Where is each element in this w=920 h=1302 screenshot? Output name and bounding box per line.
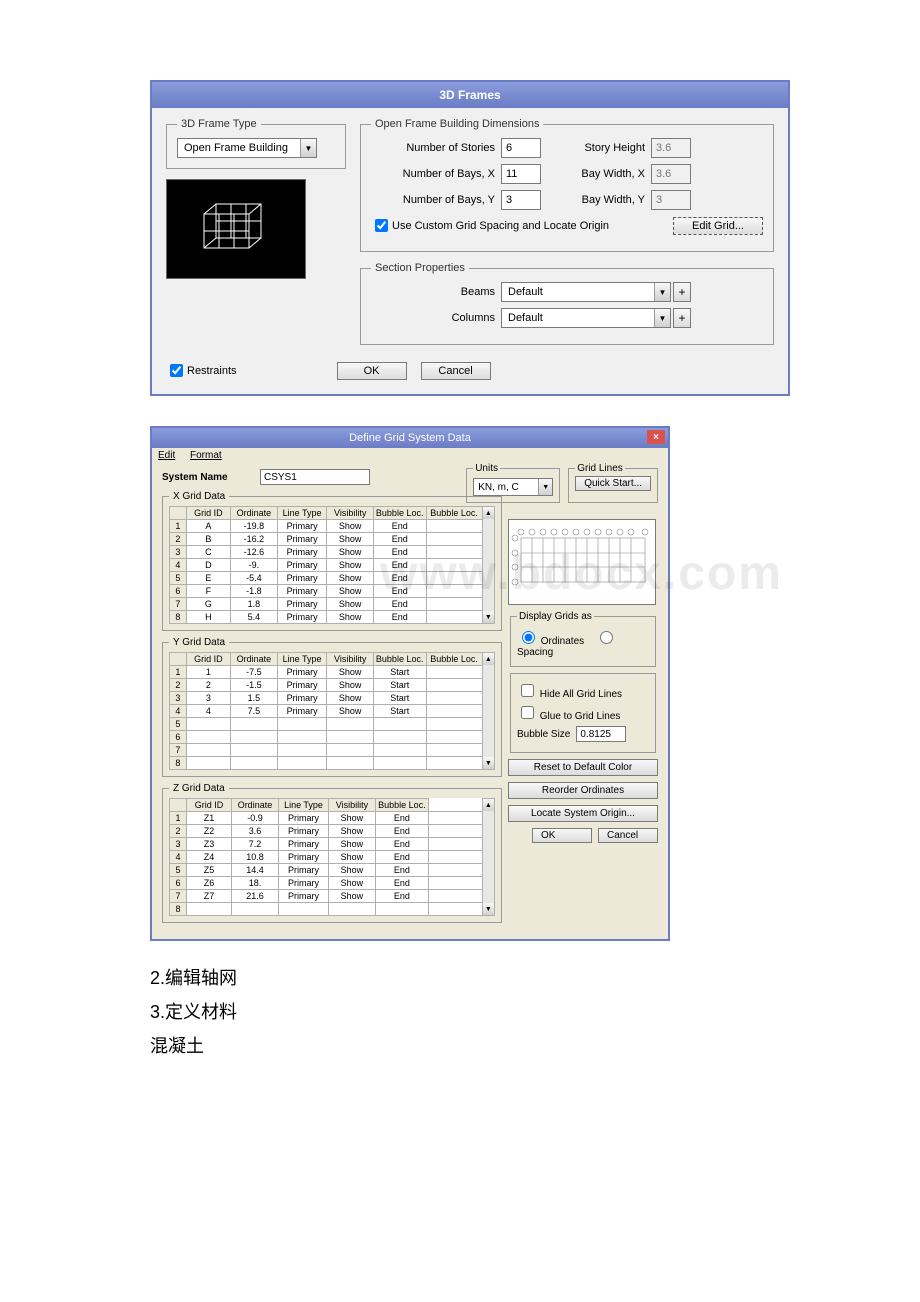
beams-value: Default (502, 286, 654, 298)
group-y-grid: Y Grid Data Grid IDOrdinateLine TypeVisi… (162, 637, 502, 777)
dialog-3d-frames: 3D Frames 3D Frame Type Open Frame Build… (150, 80, 790, 396)
columns-dropdown[interactable]: Default ▼ (501, 308, 671, 328)
input-bays-x[interactable] (501, 164, 541, 184)
columns-value: Default (502, 312, 654, 324)
reset-color-button[interactable]: Reset to Default Color (508, 759, 658, 776)
z-scrollbar[interactable]: ▲▼ (482, 798, 495, 916)
add-beam-button[interactable]: + (673, 282, 691, 302)
group-units: Units KN, m, C ▼ (466, 463, 560, 503)
radio-ordinates[interactable] (522, 631, 535, 644)
x-grid-table[interactable]: Grid IDOrdinateLine TypeVisibilityBubble… (169, 506, 483, 624)
menubar: Edit Format (152, 448, 668, 463)
group-gridlines: Grid Lines Quick Start... (568, 463, 658, 503)
label-bay-width-x: Bay Width, X (571, 168, 651, 180)
z-grid-table[interactable]: Grid IDOrdinateLine TypeVisibilityBubble… (169, 798, 483, 916)
y-scrollbar[interactable]: ▲▼ (482, 652, 495, 770)
group-section-properties: Section Properties Beams Default ▼ + Col… (360, 262, 774, 345)
input-story-height[interactable] (651, 138, 691, 158)
legend-3d-frame-type: 3D Frame Type (177, 118, 261, 130)
grid-ok-button[interactable]: OK (532, 828, 592, 843)
legend-section-properties: Section Properties (371, 262, 469, 274)
reorder-button[interactable]: Reorder Ordinates (508, 782, 658, 799)
label-use-custom-grid: Use Custom Grid Spacing and Locate Origi… (392, 220, 609, 232)
cancel-button[interactable]: Cancel (421, 362, 491, 380)
radio-spacing[interactable] (600, 631, 613, 644)
body-text: 2.编辑轴网 3.定义材料 混凝土 (150, 961, 770, 1064)
group-x-grid: X Grid Data Grid IDOrdinateLine TypeVisi… (162, 491, 502, 631)
label-bubble-size: Bubble Size (517, 729, 570, 740)
legend-dimensions: Open Frame Building Dimensions (371, 118, 543, 130)
checkbox-glue[interactable] (521, 706, 534, 719)
dialog-3d-frames-title: 3D Frames (152, 82, 788, 108)
checkbox-hide-all[interactable] (521, 684, 534, 697)
units-dropdown[interactable]: KN, m, C ▼ (473, 478, 553, 496)
frame-type-dropdown[interactable]: Open Frame Building ▼ (177, 138, 317, 158)
group-z-grid: Z Grid Data Grid IDOrdinateLine TypeVisi… (162, 783, 502, 923)
input-num-stories[interactable] (501, 138, 541, 158)
label-system-name: System Name (162, 472, 252, 483)
close-icon[interactable]: × (647, 430, 665, 444)
label-bays-y: Number of Bays, Y (371, 194, 501, 206)
quick-start-button[interactable]: Quick Start... (575, 476, 651, 491)
input-bay-width-x[interactable] (651, 164, 691, 184)
ok-button[interactable]: OK (337, 362, 407, 380)
edit-grid-button[interactable]: Edit Grid... (673, 217, 763, 235)
menu-format[interactable]: Format (190, 450, 222, 461)
label-restraints: Restraints (187, 365, 237, 377)
input-bay-width-y[interactable] (651, 190, 691, 210)
locate-origin-button[interactable]: Locate System Origin... (508, 805, 658, 822)
grid-preview (508, 519, 656, 605)
label-story-height: Story Height (571, 142, 651, 154)
input-bays-y[interactable] (501, 190, 541, 210)
group-3d-frame-type: 3D Frame Type Open Frame Building ▼ (166, 118, 346, 169)
menu-edit[interactable]: Edit (158, 450, 175, 461)
checkbox-restraints[interactable] (170, 364, 183, 377)
chevron-down-icon: ▼ (654, 309, 670, 327)
beams-dropdown[interactable]: Default ▼ (501, 282, 671, 302)
label-columns: Columns (371, 312, 501, 324)
input-system-name[interactable] (260, 469, 370, 485)
label-bay-width-y: Bay Width, Y (571, 194, 651, 206)
dialog-define-grid: Define Grid System Data × Edit Format Un… (150, 426, 670, 941)
checkbox-use-custom-grid[interactable] (375, 219, 388, 232)
dialog-define-grid-title: Define Grid System Data × (152, 428, 668, 448)
label-bays-x: Number of Bays, X (371, 168, 501, 180)
x-scrollbar[interactable]: ▲▼ (482, 506, 495, 624)
grid-cancel-button[interactable]: Cancel (598, 828, 658, 843)
label-num-stories: Number of Stories (371, 142, 501, 154)
frame-type-value: Open Frame Building (178, 142, 300, 154)
group-display-grids: Display Grids as Ordinates Spacing (510, 611, 656, 667)
add-column-button[interactable]: + (673, 308, 691, 328)
y-grid-table[interactable]: Grid IDOrdinateLine TypeVisibilityBubble… (169, 652, 483, 770)
label-beams: Beams (371, 286, 501, 298)
input-bubble-size[interactable] (576, 726, 626, 742)
frame-preview (166, 179, 306, 279)
chevron-down-icon: ▼ (538, 479, 552, 495)
group-dimensions: Open Frame Building Dimensions Number of… (360, 118, 774, 252)
chevron-down-icon: ▼ (300, 139, 316, 157)
chevron-down-icon: ▼ (654, 283, 670, 301)
group-grid-options: Hide All Grid Lines Glue to Grid Lines B… (510, 673, 656, 753)
